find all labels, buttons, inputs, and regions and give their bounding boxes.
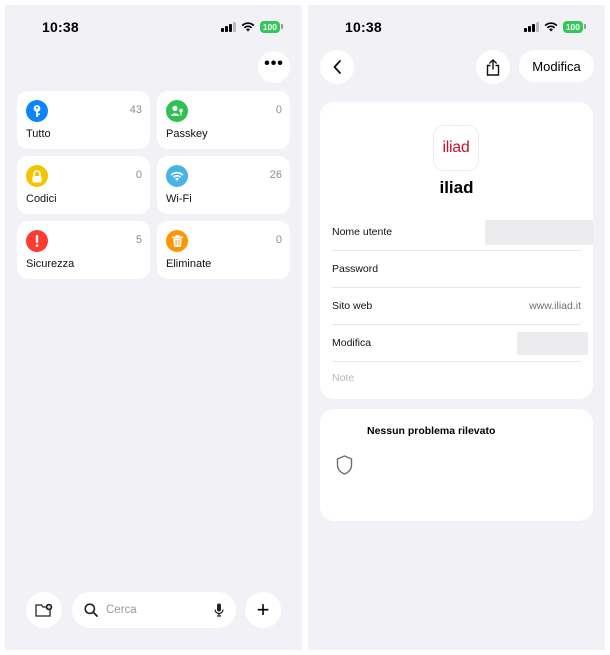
category-tile-codes[interactable]: 0 Codici — [17, 156, 150, 214]
tile-label: Passkey — [166, 128, 208, 140]
tile-count: 0 — [135, 169, 142, 181]
exclamation-icon — [26, 230, 48, 252]
website-value[interactable]: www.iliad.it — [529, 300, 581, 312]
field-modified: Modifica — [332, 325, 588, 362]
password-details-card: iliad iliad Nome utente Password Sito we… — [320, 102, 593, 399]
tile-count: 26 — [269, 169, 282, 181]
edit-button[interactable]: Modifica — [519, 50, 594, 82]
category-grid: 43 Tutto 0 Passkey 0 Codici 26 Wi-Fi 5 S… — [17, 91, 291, 279]
signal-icon — [524, 22, 539, 32]
category-tile-passkey[interactable]: 0 Passkey — [157, 91, 290, 149]
signal-icon — [221, 22, 236, 32]
folder-add-icon — [35, 603, 53, 617]
field-label: Password — [332, 263, 379, 275]
field-label: Modifica — [332, 337, 372, 349]
bottom-toolbar: + — [5, 592, 302, 628]
new-group-button[interactable] — [26, 592, 62, 628]
search-input[interactable] — [106, 604, 196, 616]
status-icons: 100 — [524, 21, 587, 33]
add-password-button[interactable]: + — [245, 592, 281, 628]
shield-icon — [336, 455, 353, 475]
security-status-title: Nessun problema rilevato — [367, 425, 496, 437]
back-button[interactable] — [320, 50, 354, 84]
field-username[interactable]: Nome utente — [332, 214, 593, 251]
more-options-button[interactable]: ••• — [258, 51, 290, 83]
tile-label: Tutto — [26, 128, 51, 140]
wifi-status-icon — [544, 22, 558, 32]
redacted-value — [485, 219, 593, 245]
category-tile-deleted[interactable]: 0 Eliminate — [157, 221, 290, 279]
search-bar[interactable] — [72, 592, 236, 628]
share-icon — [486, 58, 500, 76]
app-logo: iliad — [433, 125, 479, 171]
microphone-icon[interactable] — [214, 603, 224, 617]
lock-icon — [26, 165, 48, 187]
tile-count: 0 — [275, 104, 282, 116]
battery-indicator: 100 — [259, 21, 284, 33]
battery-indicator: 100 — [562, 21, 587, 33]
tile-count: 43 — [129, 104, 142, 116]
search-icon — [84, 603, 98, 617]
password-detail-screen: 10:38 100 Modifica iliad iliad Nome uten… — [308, 5, 605, 650]
key-icon — [26, 100, 48, 122]
app-name: iliad — [439, 178, 474, 197]
wifi-icon — [166, 165, 188, 187]
category-tile-all[interactable]: 43 Tutto — [17, 91, 150, 149]
redacted-value — [517, 331, 588, 355]
status-bar: 10:38 100 — [5, 5, 302, 49]
share-button[interactable] — [476, 50, 510, 84]
tile-count: 0 — [275, 234, 282, 246]
field-password[interactable]: Password — [332, 251, 581, 288]
passwords-home-screen: 10:38 100 ••• 43 Tutto 0 Passkey 0 Codic… — [5, 5, 302, 650]
field-label: Nome utente — [332, 226, 393, 238]
field-label: Sito web — [332, 300, 373, 312]
tile-label: Wi-Fi — [166, 193, 192, 205]
chevron-left-icon — [333, 60, 341, 74]
trash-icon — [166, 230, 188, 252]
tile-label: Codici — [26, 193, 57, 205]
status-time: 10:38 — [42, 19, 79, 35]
notes-field[interactable]: Note — [332, 362, 581, 394]
tile-label: Eliminate — [166, 258, 212, 270]
tile-label: Sicurezza — [26, 258, 75, 270]
security-card: Nessun problema rilevato — [320, 409, 593, 521]
person-key-icon — [166, 100, 188, 122]
notes-placeholder: Note — [332, 372, 355, 384]
category-tile-wifi[interactable]: 26 Wi-Fi — [157, 156, 290, 214]
wifi-status-icon — [241, 22, 255, 32]
tile-count: 5 — [135, 234, 142, 246]
status-time: 10:38 — [345, 19, 382, 35]
status-bar: 10:38 100 — [308, 5, 605, 49]
status-icons: 100 — [221, 21, 284, 33]
category-tile-security[interactable]: 5 Sicurezza — [17, 221, 150, 279]
field-website[interactable]: Sito web www.iliad.it — [332, 288, 581, 325]
